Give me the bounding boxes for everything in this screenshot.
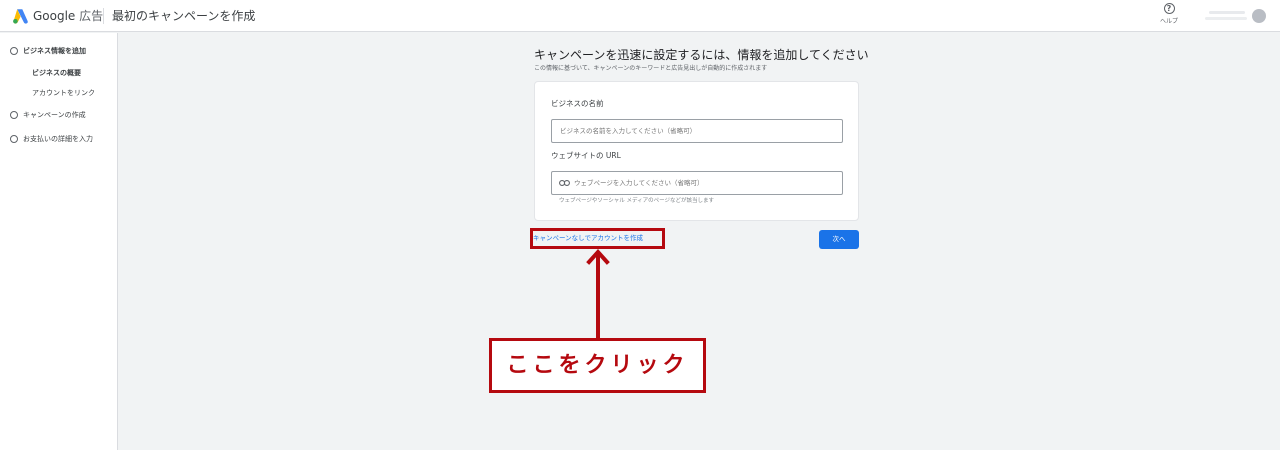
annotation-arrow-up-icon: [586, 249, 610, 338]
link-icon: [559, 180, 570, 186]
business-info-card: ビジネスの名前 ウェブサイトの URL ウェブページやソーシャル メディアのペー…: [534, 81, 859, 221]
annotation-highlight-box: [530, 228, 665, 249]
account-info[interactable]: [1205, 9, 1250, 23]
step-status-circle-icon: [10, 135, 18, 143]
help-button[interactable]: ? ヘルプ: [1157, 3, 1181, 29]
brand-product-text: 広告: [79, 9, 104, 23]
google-ads-logo-icon[interactable]: [11, 8, 29, 24]
step-status-circle-icon: [10, 111, 18, 119]
sidebar-steps: ビジネス情報を追加 ビジネスの概要 アカウントをリンク キャンペーンの作成 お支…: [0, 33, 118, 450]
account-name-redacted: [1209, 11, 1245, 14]
brand-google-text: Google: [33, 9, 76, 23]
sidebar-substep-link-account[interactable]: アカウントをリンク: [32, 86, 95, 100]
sidebar-step-create-campaign[interactable]: キャンペーンの作成: [10, 108, 86, 122]
annotation-callout: ここをクリック: [489, 338, 706, 393]
sidebar-step-business-info[interactable]: ビジネス情報を追加: [10, 44, 86, 58]
header-divider: [103, 8, 104, 24]
account-email-redacted: [1205, 17, 1247, 20]
main-headline: キャンペーンを迅速に設定するには、情報を追加してください: [534, 48, 869, 62]
help-label: ヘルプ: [1159, 18, 1178, 25]
website-url-input[interactable]: [551, 171, 843, 195]
page-title: 最初のキャンペーンを作成: [112, 9, 256, 23]
sidebar-step-label: お支払いの詳細を入力: [23, 135, 93, 143]
avatar[interactable]: [1252, 9, 1266, 23]
help-icon: ?: [1163, 3, 1175, 14]
product-name: Google 広告: [33, 8, 103, 24]
business-name-input[interactable]: [551, 119, 843, 143]
website-url-hint: ウェブページやソーシャル メディアのページなどが該当します: [559, 198, 715, 204]
main-subheadline: この情報に基づいて、キャンペーンのキーワードと広告見出しが自動的に作成されます: [534, 65, 768, 72]
next-button[interactable]: 次へ: [819, 230, 859, 249]
step-status-circle-icon: [10, 47, 18, 55]
business-name-label: ビジネスの名前: [551, 99, 604, 108]
sidebar-substep-business-overview[interactable]: ビジネスの概要: [32, 66, 81, 80]
sidebar-step-label: キャンペーンの作成: [23, 111, 86, 119]
top-app-bar: Google 広告 最初のキャンペーンを作成 ? ヘルプ: [0, 0, 1280, 32]
website-url-label: ウェブサイトの URL: [551, 151, 621, 160]
sidebar-step-payment-details[interactable]: お支払いの詳細を入力: [10, 132, 93, 146]
sidebar-step-label: ビジネス情報を追加: [23, 47, 86, 55]
